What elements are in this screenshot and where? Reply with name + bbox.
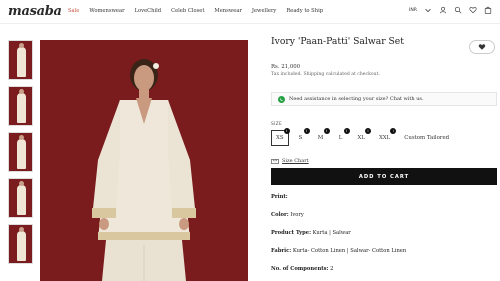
size-chart-link[interactable]: Size Chart xyxy=(271,158,309,164)
size-label: SIZE xyxy=(271,122,283,127)
info-icon: i xyxy=(323,128,330,134)
spec-fabric-value: Kurta- Cotton Linen | Salwar- Cotton Lin… xyxy=(292,248,407,254)
info-icon: i xyxy=(364,128,371,134)
nav-item-celeb-closet[interactable]: Celeb Closet xyxy=(171,8,204,14)
brand-logo[interactable]: masaba xyxy=(8,4,62,19)
nav-item-jewellery[interactable]: Jewellery xyxy=(252,8,276,14)
spec-print: Print: xyxy=(271,194,288,200)
spec-product-type: Product Type: Kurta | Salwar xyxy=(271,230,351,236)
spec-print-label: Print: xyxy=(271,194,288,200)
spec-components: No. of Components: 2 xyxy=(271,266,333,272)
header-icons: INR xyxy=(409,6,492,14)
size-assistance-banner[interactable]: Need assistance in selecting your size? … xyxy=(271,92,497,106)
nav-item-sale[interactable]: Sale xyxy=(68,8,79,14)
main-product-image[interactable] xyxy=(40,40,248,281)
info-icon: i xyxy=(303,128,310,134)
spec-fabric-label: Fabric: xyxy=(271,248,292,254)
info-icon: i xyxy=(283,128,290,134)
size-option-m[interactable]: Mi xyxy=(313,128,330,146)
site-header: masaba Sale Womenswear LoveChild Celeb C… xyxy=(0,0,500,24)
nav-item-menswear[interactable]: Menswear xyxy=(214,8,241,14)
thumbnail-3[interactable] xyxy=(8,132,33,172)
ruler-icon xyxy=(271,158,279,164)
user-icon[interactable] xyxy=(439,6,447,14)
thumbnail-gallery xyxy=(8,40,34,270)
spec-fabric: Fabric: Kurta- Cotton Linen | Salwar- Co… xyxy=(271,248,406,254)
size-options: XS i Si Mi Li XL i XXL i Custom Tailored xyxy=(271,128,454,146)
whatsapp-icon xyxy=(278,95,285,103)
heart-icon xyxy=(478,44,486,50)
info-icon: i xyxy=(343,128,350,134)
tax-note: Tax included. Shipping calculated at che… xyxy=(271,72,380,77)
add-to-cart-button[interactable]: ADD TO CART xyxy=(271,168,497,185)
nav-item-womenswear[interactable]: Womenswear xyxy=(89,8,124,14)
size-option-xl[interactable]: XL i xyxy=(353,128,371,146)
spec-components-label: No. of Components: xyxy=(271,266,329,272)
size-option-label: XL xyxy=(357,135,365,141)
thumbnail-5[interactable] xyxy=(8,224,33,264)
product-price: Rs. 21,000 xyxy=(271,64,301,70)
wishlist-button[interactable] xyxy=(469,40,495,54)
spec-color-label: Color: xyxy=(271,212,289,218)
main-nav: Sale Womenswear LoveChild Celeb Closet M… xyxy=(68,8,323,14)
thumbnail-1[interactable] xyxy=(8,40,33,80)
size-option-xs[interactable]: XS i xyxy=(271,128,290,146)
thumbnail-4[interactable] xyxy=(8,178,33,218)
size-chart-label: Size Chart xyxy=(282,158,309,164)
thumbnail-2[interactable] xyxy=(8,86,33,126)
bag-icon[interactable] xyxy=(484,6,492,14)
currency-selector[interactable]: INR xyxy=(409,8,417,13)
spec-color: Color: Ivory xyxy=(271,212,304,218)
size-option-label: L xyxy=(338,135,343,141)
product-details: Ivory 'Paan-Patti' Salwar Set Rs. 21,000… xyxy=(271,36,497,272)
size-option-xxl[interactable]: XXL i xyxy=(374,128,397,146)
heart-icon[interactable] xyxy=(469,6,477,14)
nav-item-lovechild[interactable]: LoveChild xyxy=(135,8,162,14)
search-icon[interactable] xyxy=(454,6,462,14)
nav-item-ready-to-ship[interactable]: Ready to Ship xyxy=(286,8,323,14)
size-option-label: M xyxy=(317,135,324,141)
spec-type-value: Kurta | Salwar xyxy=(312,230,351,236)
model-illustration xyxy=(40,40,248,281)
info-icon: i xyxy=(390,128,397,134)
size-option-label: Custom Tailored xyxy=(404,135,450,141)
product-title: Ivory 'Paan-Patti' Salwar Set xyxy=(271,36,404,47)
size-option-custom-tailored[interactable]: Custom Tailored xyxy=(399,130,454,146)
size-option-label: XS xyxy=(276,135,284,141)
size-option-s[interactable]: Si xyxy=(293,128,310,146)
spec-components-value: 2 xyxy=(330,266,334,272)
size-option-label: S xyxy=(298,135,303,141)
size-option-l[interactable]: Li xyxy=(333,128,350,146)
spec-type-label: Product Type: xyxy=(271,230,311,236)
chevron-down-icon[interactable] xyxy=(424,6,432,14)
spec-color-value: Ivory xyxy=(290,212,304,218)
size-option-label: XXL xyxy=(378,135,391,141)
size-assistance-text: Need assistance in selecting your size? … xyxy=(289,96,424,102)
